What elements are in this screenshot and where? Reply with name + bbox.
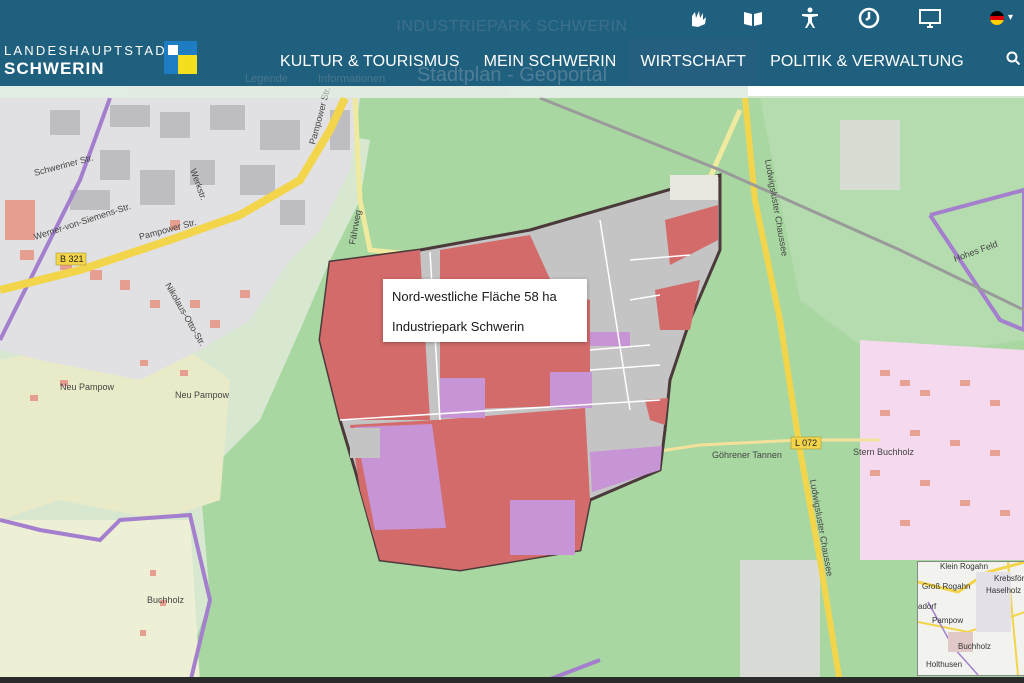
easy-language-icon[interactable]	[741, 6, 765, 30]
background-toolbar-legend: Legende	[245, 73, 288, 85]
label-stern-buchholz: Stern Buchholz	[853, 447, 915, 457]
shield-b321: B 321	[55, 252, 87, 266]
svg-text:B 321: B 321	[60, 254, 84, 264]
parcel-grey-west	[350, 428, 380, 458]
feature-info-popup[interactable]: Nord-westliche Fläche 58 ha Industriepar…	[383, 279, 587, 342]
search-icon[interactable]	[1006, 51, 1020, 65]
background-toolbar: Legende Informationen	[0, 73, 748, 98]
overview-label-buchholz: Buchholz	[958, 642, 991, 651]
overview-label-holthusen: Holthusen	[926, 660, 963, 669]
overview-map[interactable]: Klein Rogahn Krebsförden Groß Rogahn Has…	[917, 561, 1024, 676]
svg-text:L 072: L 072	[795, 438, 817, 448]
overview-label-haselholz: Haselholz	[986, 586, 1022, 595]
parcel-grey-light	[670, 175, 718, 200]
bottom-bar	[0, 677, 1024, 683]
background-toolbar-info: Informationen	[318, 73, 386, 85]
parcel-purple-4	[510, 500, 575, 555]
overview-label-gross-rogahn: Groß Rogahn	[922, 582, 971, 591]
clearing	[840, 120, 900, 190]
parcel-purple-2	[550, 372, 592, 408]
clock-icon[interactable]	[857, 6, 881, 30]
site-header: INDUSTRIEPARK SCHWERIN Stadtplan - Geopo…	[0, 0, 1024, 86]
overview-label-krebsfoerden: Krebsförden	[994, 574, 1024, 583]
chevron-down-icon[interactable]: ▾	[1008, 12, 1013, 23]
parcel-purple-6	[590, 332, 630, 346]
overview-label-adorf: adorf	[918, 602, 937, 611]
label-buchholz: Buchholz	[147, 595, 185, 605]
monitor-icon[interactable]	[918, 6, 942, 30]
overview-label-pampow: Pampow	[932, 616, 964, 625]
nav-item-politik-verwaltung[interactable]: POLITIK & VERWALTUNG	[758, 38, 976, 86]
nav-item-wirtschaft[interactable]: WIRTSCHAFT	[628, 38, 759, 86]
logo-line-top: LANDESHAUPTSTADT	[4, 43, 177, 58]
popup-name-label: Industriepark Schwerin	[392, 319, 525, 334]
clearing-south	[740, 560, 820, 680]
overview-label-klein-rogahn: Klein Rogahn	[940, 562, 989, 571]
label-goehrener-tannen: Göhrener Tannen	[712, 450, 782, 460]
city-logo[interactable]: LANDESHAUPTSTADT SCHWERIN	[4, 41, 197, 79]
logo-mark	[164, 41, 197, 74]
german-flag-icon[interactable]	[990, 11, 1004, 25]
label-neu-pampow-2: Neu Pampow	[175, 390, 230, 400]
popup-area-label: Nord-westliche Fläche 58 ha	[392, 289, 557, 304]
logo-line-bottom: SCHWERIN	[4, 59, 105, 78]
shield-l072: L 072	[790, 436, 822, 450]
background-search-field	[748, 86, 1024, 96]
sign-language-icon[interactable]	[686, 6, 710, 30]
accessibility-icon[interactable]	[798, 6, 822, 30]
label-neu-pampow: Neu Pampow	[60, 382, 115, 392]
nav-item-mein-schwerin[interactable]: MEIN SCHWERIN	[472, 38, 629, 86]
